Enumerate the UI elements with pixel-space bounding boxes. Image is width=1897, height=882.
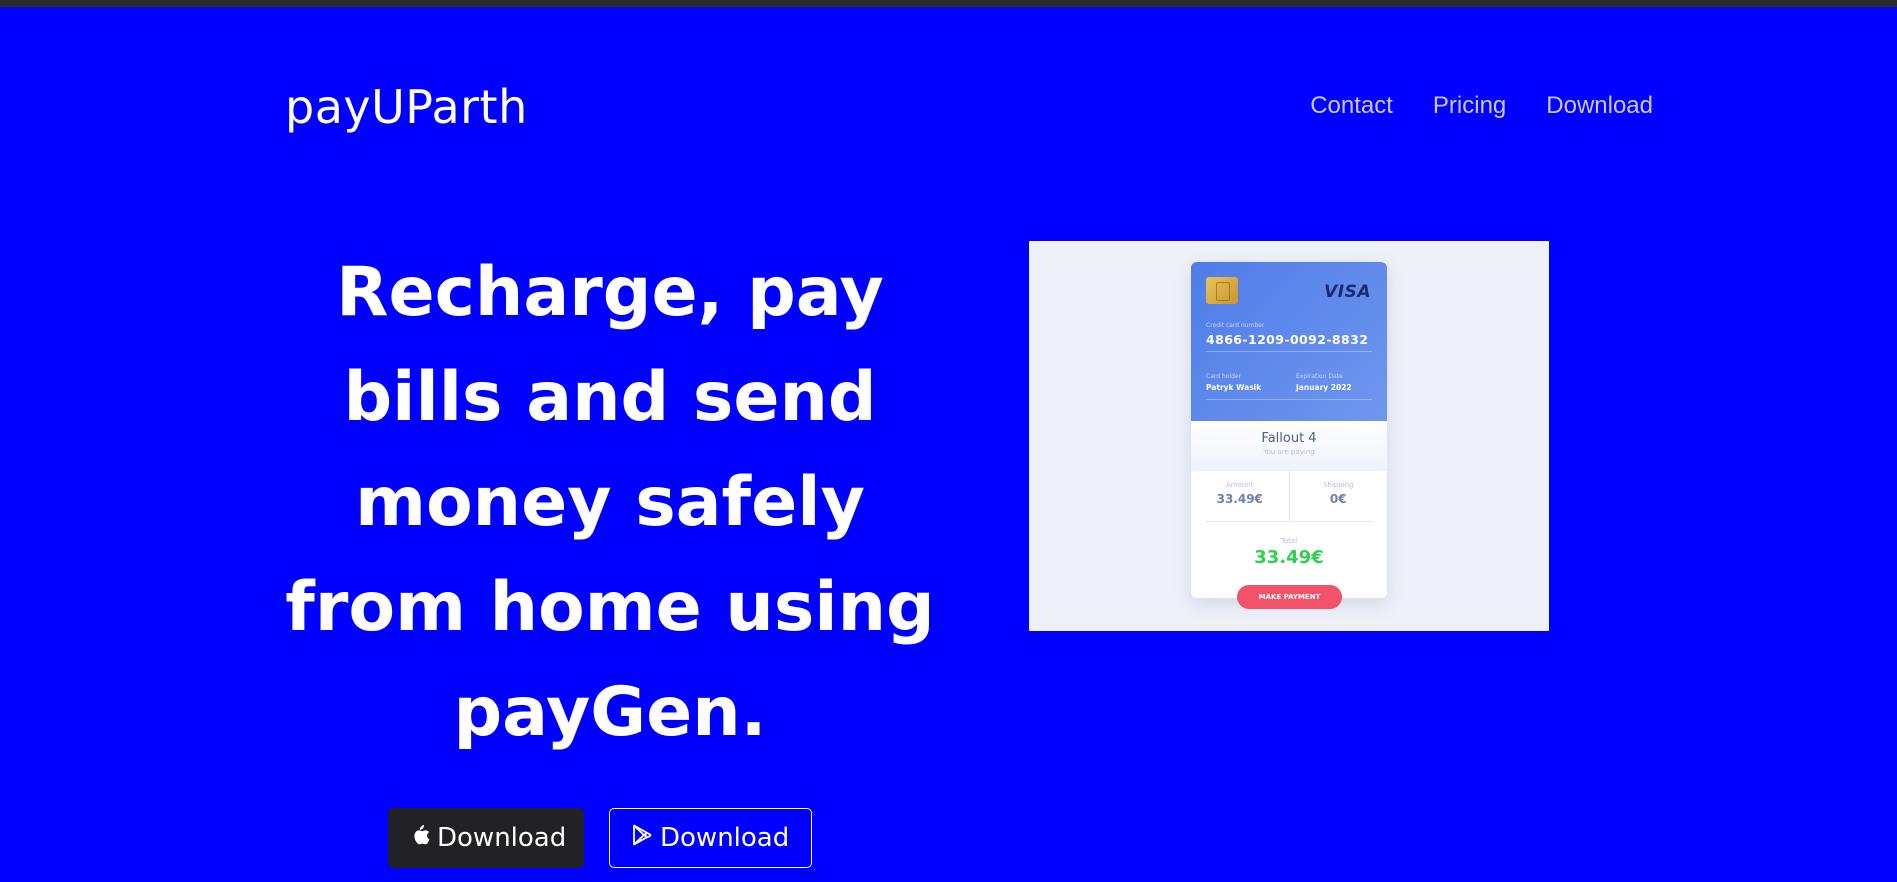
hero-headline: Recharge, pay bills and send money safel… xyxy=(285,253,935,752)
shipping-value: 0€ xyxy=(1329,492,1347,506)
card-chip-icon xyxy=(1206,277,1238,304)
download-buttons: Download Download xyxy=(388,808,812,868)
app-store-download-button[interactable]: Download xyxy=(388,808,584,868)
brand-logo[interactable]: payUParth xyxy=(285,80,528,134)
payment-card-mockup: VISA Credit card number 4866-1209-0092-8… xyxy=(1191,262,1387,598)
expiration-label: Expiration Date xyxy=(1296,373,1343,380)
shipping-label: Shipping xyxy=(1322,481,1354,489)
nav-link-pricing[interactable]: Pricing xyxy=(1433,92,1506,120)
google-play-icon xyxy=(630,823,654,854)
nav-link-download[interactable]: Download xyxy=(1546,92,1653,120)
amount-label: Amount xyxy=(1225,481,1254,489)
total-label: Total xyxy=(1280,537,1298,545)
apple-icon xyxy=(409,823,431,854)
divider xyxy=(1206,351,1372,352)
amount-value: 33.49€ xyxy=(1216,492,1263,506)
product-name: Fallout 4 xyxy=(1261,431,1317,446)
google-play-download-button[interactable]: Download xyxy=(609,808,812,868)
card-holder-label: Card holder xyxy=(1206,373,1242,380)
nav-link-contact[interactable]: Contact xyxy=(1310,92,1393,120)
google-play-download-label: Download xyxy=(660,823,790,853)
card-holder: Patryk Wasik xyxy=(1206,383,1262,392)
expiration-date: January 2022 xyxy=(1296,383,1352,392)
visa-logo: VISA xyxy=(1324,282,1371,302)
card-number: 4866-1209-0092-8832 xyxy=(1206,332,1369,347)
app-store-download-label: Download xyxy=(437,823,567,853)
total-value: 33.49€ xyxy=(1254,547,1324,568)
amount-shipping: Amount 33.49€ Shipping 0€ xyxy=(1191,471,1387,523)
divider xyxy=(1205,521,1373,522)
product-section: Fallout 4 You are paying xyxy=(1191,421,1387,471)
product-subtitle: You are paying xyxy=(1263,448,1315,456)
make-payment-button: MAKE PAYMENT xyxy=(1237,585,1342,609)
browser-top-bar xyxy=(0,0,1897,7)
card-number-label: Credit card number xyxy=(1206,322,1265,329)
divider xyxy=(1206,399,1372,400)
main-nav: Contact Pricing Download xyxy=(1310,92,1653,120)
app-preview-image: VISA Credit card number 4866-1209-0092-8… xyxy=(1029,241,1549,631)
credit-card: VISA Credit card number 4866-1209-0092-8… xyxy=(1191,262,1387,421)
